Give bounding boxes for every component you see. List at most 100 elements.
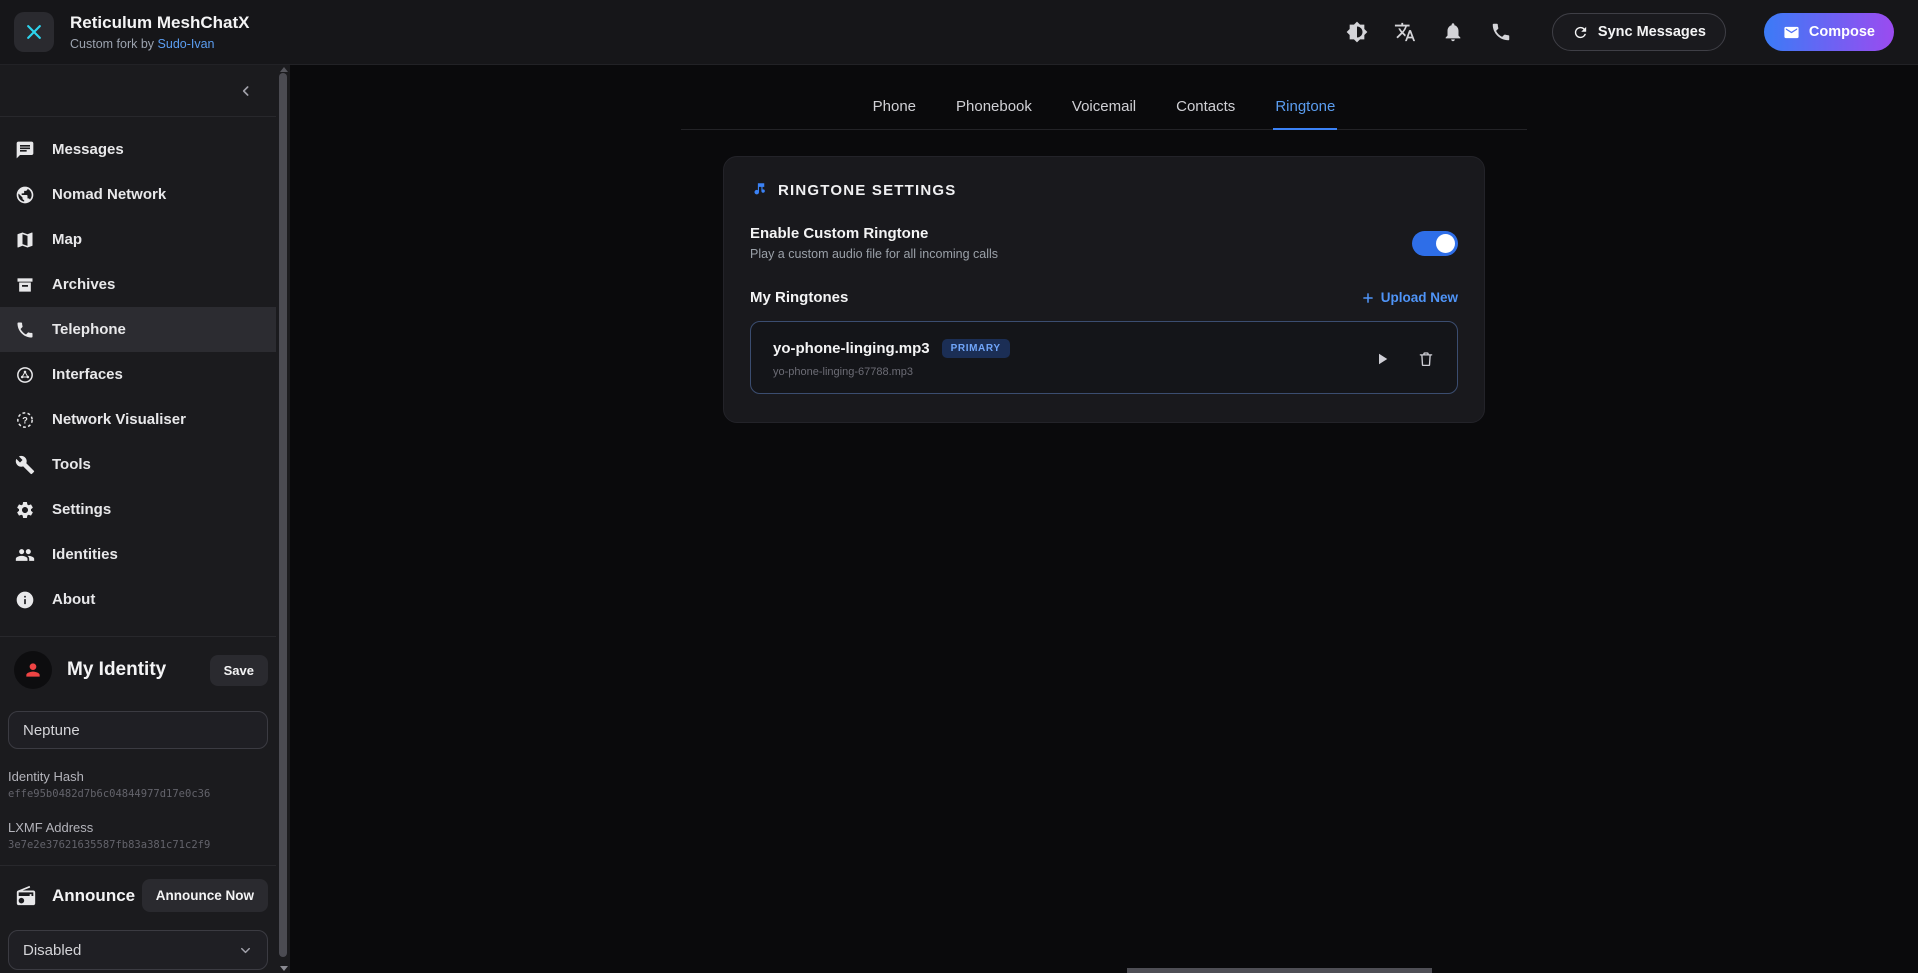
- sidebar-item-telephone[interactable]: Telephone: [0, 307, 276, 352]
- telephone-tabs: Phone Phonebook Voicemail Contacts Ringt…: [681, 90, 1527, 130]
- my-ringtones-row: My Ringtones Upload New: [750, 289, 1458, 306]
- ringtone-list-item: yo-phone-linging.mp3 PRIMARY yo-phone-li…: [750, 321, 1458, 394]
- custom-ringtone-toggle[interactable]: [1412, 231, 1458, 256]
- sidebar-item-label: Settings: [52, 501, 111, 518]
- sidebar-item-label: Map: [52, 231, 82, 248]
- app-title: Reticulum MeshChatX: [70, 13, 249, 33]
- lxmf-address-value: 3e7e2e37621635587fb83a381c71c2f9: [8, 839, 268, 851]
- sidebar-collapse-row: [0, 65, 276, 117]
- notifications-bell-icon[interactable]: [1442, 21, 1464, 43]
- interfaces-icon: [15, 365, 35, 385]
- app-title-block: Reticulum MeshChatX Custom fork by Sudo-…: [70, 13, 249, 50]
- refresh-icon: [1572, 24, 1589, 41]
- main-content: Phone Phonebook Voicemail Contacts Ringt…: [290, 65, 1918, 973]
- identity-name-input[interactable]: [8, 711, 268, 749]
- sidebar-item-label: About: [52, 591, 95, 608]
- sidebar-item-label: Identities: [52, 546, 118, 563]
- app-subtitle-prefix: Custom fork by: [70, 37, 158, 51]
- my-identity-section: My Identity Save Identity Hash effe95b04…: [0, 636, 276, 851]
- network-icon: ?: [15, 410, 35, 430]
- sidebar-item-label: Interfaces: [52, 366, 123, 383]
- sync-messages-label: Sync Messages: [1598, 24, 1706, 40]
- sidebar-item-label: Telephone: [52, 321, 126, 338]
- translate-icon[interactable]: [1394, 21, 1416, 43]
- fork-author-link[interactable]: Sudo-Ivan: [158, 37, 215, 51]
- tab-voicemail[interactable]: Voicemail: [1070, 90, 1138, 130]
- x-logo-icon: [24, 22, 44, 42]
- chevron-left-icon[interactable]: [238, 83, 254, 99]
- sidebar-item-about[interactable]: About: [0, 577, 276, 622]
- sidebar-nav: Messages Nomad Network Map Archives Tele…: [0, 117, 276, 622]
- phone-header-icon[interactable]: [1490, 21, 1512, 43]
- gear-icon: [15, 500, 35, 520]
- ringtone-name: yo-phone-linging.mp3: [773, 340, 930, 357]
- trash-icon: [1417, 350, 1435, 368]
- announce-now-button[interactable]: Announce Now: [142, 879, 268, 912]
- sidebar-item-network-visualiser[interactable]: ? Network Visualiser: [0, 397, 276, 442]
- sidebar: Messages Nomad Network Map Archives Tele…: [0, 65, 290, 973]
- announce-section: Announce Announce Now Disabled Last anno…: [0, 865, 276, 973]
- globe-icon: [15, 185, 35, 205]
- save-button[interactable]: Save: [210, 655, 268, 686]
- compose-label: Compose: [1809, 24, 1875, 40]
- scrollbar-up-arrow[interactable]: [280, 67, 288, 72]
- primary-badge: PRIMARY: [942, 339, 1010, 358]
- svg-text:?: ?: [22, 415, 28, 425]
- sidebar-item-messages[interactable]: Messages: [0, 127, 276, 172]
- person-icon: [23, 660, 43, 680]
- mail-icon: [1783, 24, 1800, 41]
- lxmf-address-label: LXMF Address: [8, 820, 268, 835]
- sidebar-item-archives[interactable]: Archives: [0, 262, 276, 307]
- sidebar-item-identities[interactable]: Identities: [0, 532, 276, 577]
- theme-toggle-icon[interactable]: [1346, 21, 1368, 43]
- sidebar-item-nomad-network[interactable]: Nomad Network: [0, 172, 276, 217]
- horizontal-scrollbar-thumb[interactable]: [1127, 968, 1432, 973]
- sidebar-item-settings[interactable]: Settings: [0, 487, 276, 532]
- sync-messages-button[interactable]: Sync Messages: [1552, 13, 1726, 51]
- app-subtitle: Custom fork by Sudo-Ivan: [70, 37, 249, 51]
- sidebar-item-label: Nomad Network: [52, 186, 166, 203]
- top-header: Reticulum MeshChatX Custom fork by Sudo-…: [0, 0, 1918, 65]
- phone-icon: [15, 320, 35, 340]
- people-icon: [15, 545, 35, 565]
- wrench-icon: [15, 455, 35, 475]
- ringtone-settings-card: RINGTONE SETTINGS Enable Custom Ringtone…: [723, 156, 1485, 423]
- sidebar-item-label: Archives: [52, 276, 115, 293]
- sidebar-item-interfaces[interactable]: Interfaces: [0, 352, 276, 397]
- map-icon: [15, 230, 35, 250]
- sidebar-item-label: Messages: [52, 141, 124, 158]
- sidebar-item-tools[interactable]: Tools: [0, 442, 276, 487]
- announce-title: Announce: [52, 886, 135, 906]
- enable-custom-ringtone-label: Enable Custom Ringtone: [750, 225, 998, 242]
- app-logo[interactable]: [14, 12, 54, 52]
- ringtone-filename: yo-phone-linging-67788.mp3: [773, 366, 1010, 378]
- sidebar-scrollbar-thumb[interactable]: [279, 73, 287, 957]
- tab-phone[interactable]: Phone: [871, 90, 918, 130]
- sidebar-item-label: Network Visualiser: [52, 411, 186, 428]
- info-icon: [15, 590, 35, 610]
- music-note-icon: [750, 181, 768, 199]
- identity-hash-label: Identity Hash: [8, 769, 268, 784]
- chevron-down-icon: [238, 943, 253, 958]
- play-ringtone-button[interactable]: [1373, 350, 1391, 368]
- chat-icon: [15, 140, 35, 160]
- play-icon: [1373, 350, 1391, 368]
- radio-icon: [15, 885, 37, 907]
- scrollbar-down-arrow[interactable]: [280, 966, 288, 971]
- announce-mode-select[interactable]: Disabled: [8, 930, 268, 970]
- tab-phonebook[interactable]: Phonebook: [954, 90, 1034, 130]
- sidebar-item-label: Tools: [52, 456, 91, 473]
- enable-custom-ringtone-description: Play a custom audio file for all incomin…: [750, 247, 998, 261]
- sidebar-item-map[interactable]: Map: [0, 217, 276, 262]
- compose-button[interactable]: Compose: [1764, 13, 1894, 51]
- upload-new-label: Upload New: [1381, 290, 1458, 305]
- my-ringtones-label: My Ringtones: [750, 289, 848, 306]
- tab-ringtone[interactable]: Ringtone: [1273, 90, 1337, 130]
- enable-custom-ringtone-row: Enable Custom Ringtone Play a custom aud…: [750, 225, 1458, 261]
- upload-new-button[interactable]: Upload New: [1361, 290, 1458, 305]
- sidebar-scrollbar[interactable]: [277, 65, 290, 973]
- my-identity-title: My Identity: [67, 659, 166, 681]
- tab-contacts[interactable]: Contacts: [1174, 90, 1237, 130]
- delete-ringtone-button[interactable]: [1417, 350, 1435, 368]
- header-actions: Sync Messages Compose: [1346, 13, 1894, 51]
